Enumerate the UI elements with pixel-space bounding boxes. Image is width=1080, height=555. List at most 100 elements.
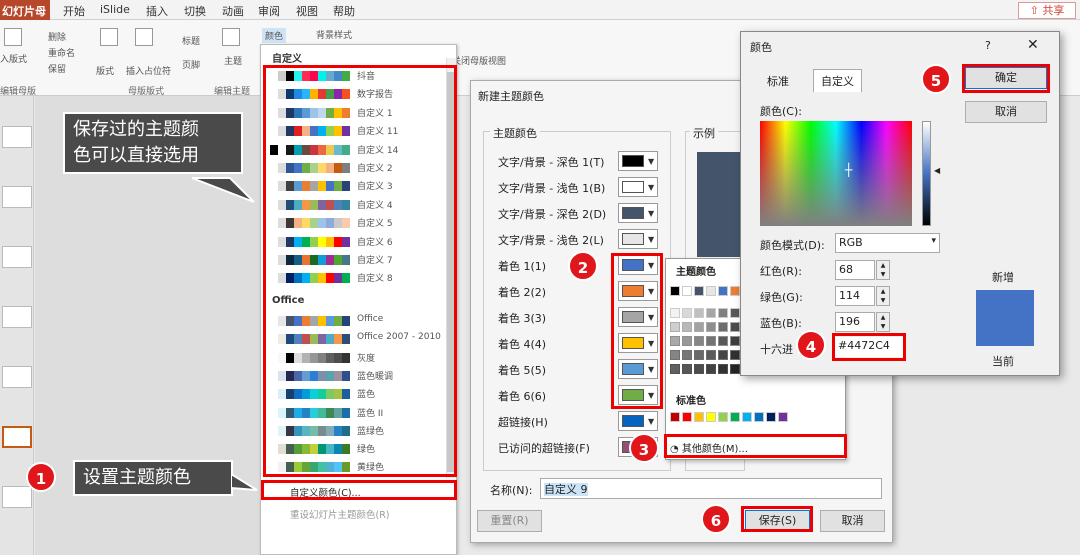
tab-animations[interactable]: 动画 bbox=[222, 3, 244, 19]
palette-swatch[interactable] bbox=[694, 350, 704, 360]
cancel-button[interactable]: 取消 bbox=[820, 510, 885, 532]
theme-option[interactable]: 自定义 8 bbox=[270, 269, 460, 287]
title-checkbox[interactable]: 标题 bbox=[182, 34, 200, 47]
palette-swatch[interactable] bbox=[682, 322, 692, 332]
save-button[interactable]: 保存(S) bbox=[745, 510, 810, 532]
hex-input[interactable]: #4472C4 bbox=[835, 337, 903, 357]
color-mode-select[interactable]: RGB ▾ bbox=[835, 233, 940, 253]
tab-review[interactable]: 审阅 bbox=[258, 3, 280, 19]
palette-swatch[interactable] bbox=[706, 286, 716, 296]
slide-thumbnail[interactable] bbox=[2, 366, 32, 388]
dropdown-scroll-thumb[interactable] bbox=[447, 72, 455, 472]
palette-swatch[interactable] bbox=[694, 364, 704, 374]
tab-transitions[interactable]: 切换 bbox=[184, 3, 206, 19]
layout-icon[interactable] bbox=[100, 28, 118, 46]
theme-option[interactable]: 自定义 7 bbox=[270, 251, 460, 269]
palette-swatch[interactable] bbox=[670, 286, 680, 296]
theme-color-picker-button[interactable]: ▼ bbox=[618, 307, 658, 327]
palette-swatch[interactable] bbox=[682, 286, 692, 296]
theme-option[interactable]: 自定义 4 bbox=[270, 196, 460, 214]
theme-option[interactable]: 蓝绿色 bbox=[270, 422, 460, 440]
palette-swatch[interactable] bbox=[682, 364, 692, 374]
palette-swatch[interactable] bbox=[730, 308, 740, 318]
theme-option[interactable]: 自定义 1 bbox=[270, 104, 460, 122]
palette-swatch[interactable] bbox=[742, 412, 752, 422]
theme-option[interactable]: 自定义 2 bbox=[270, 159, 460, 177]
theme-color-picker-button[interactable]: ▼ bbox=[618, 255, 658, 275]
theme-option[interactable]: 黄绿色 bbox=[270, 458, 460, 476]
theme-option[interactable]: 自定义 6 bbox=[270, 233, 460, 251]
tab-insert[interactable]: 插入 bbox=[146, 3, 168, 19]
palette-swatch[interactable] bbox=[754, 412, 764, 422]
delete-button[interactable]: 删除 bbox=[48, 30, 66, 43]
ok-button[interactable]: 确定 bbox=[965, 67, 1047, 89]
palette-swatch[interactable] bbox=[670, 322, 680, 332]
insert-layout-button[interactable]: 入版式 bbox=[0, 52, 27, 65]
tab-slide-master[interactable]: 幻灯片母版 bbox=[0, 0, 50, 34]
theme-color-picker-button[interactable]: ▼ bbox=[618, 333, 658, 353]
preserve-button[interactable]: 保留 bbox=[48, 62, 66, 75]
palette-swatch[interactable] bbox=[706, 364, 716, 374]
red-stepper[interactable]: ▲ ▼ bbox=[876, 260, 890, 280]
rename-button[interactable]: 重命名 bbox=[48, 46, 75, 59]
blue-input[interactable]: 196 bbox=[835, 312, 875, 332]
slide-thumbnail[interactable] bbox=[2, 126, 32, 148]
palette-swatch[interactable] bbox=[730, 336, 740, 346]
theme-option[interactable]: 蓝色暖调 bbox=[270, 367, 460, 385]
theme-color-picker-button[interactable]: ▼ bbox=[618, 359, 658, 379]
theme-option[interactable]: 蓝色 bbox=[270, 385, 460, 403]
palette-swatch[interactable] bbox=[718, 308, 728, 318]
tab-custom[interactable]: 自定义 bbox=[813, 69, 862, 92]
help-button[interactable]: ? bbox=[985, 39, 991, 52]
palette-swatch[interactable] bbox=[718, 364, 728, 374]
theme-color-picker-button[interactable]: ▼ bbox=[618, 411, 658, 431]
palette-swatch[interactable] bbox=[706, 308, 716, 318]
theme-name-input[interactable]: 自定义 9 bbox=[540, 478, 882, 499]
palette-swatch[interactable] bbox=[718, 286, 728, 296]
palette-swatch[interactable] bbox=[706, 336, 716, 346]
customize-colors-menu-item[interactable]: 自定义颜色(C)... bbox=[290, 485, 361, 499]
tab-help[interactable]: 帮助 bbox=[333, 3, 355, 19]
luminance-pointer-icon[interactable]: ◀ bbox=[934, 166, 940, 175]
palette-swatch[interactable] bbox=[718, 336, 728, 346]
palette-swatch[interactable] bbox=[718, 350, 728, 360]
more-colors-button[interactable]: ◔ 其他颜色(M)... bbox=[670, 440, 748, 455]
theme-option[interactable]: 灰度 bbox=[270, 349, 460, 367]
slide-thumbnail[interactable] bbox=[2, 186, 32, 208]
theme-option[interactable]: 绿色 bbox=[270, 440, 460, 458]
palette-swatch[interactable] bbox=[682, 412, 692, 422]
palette-swatch[interactable] bbox=[682, 350, 692, 360]
palette-swatch[interactable] bbox=[694, 286, 704, 296]
theme-option[interactable]: Office bbox=[270, 312, 460, 330]
theme-color-picker-button[interactable]: ▼ bbox=[618, 229, 658, 249]
reset-button[interactable]: 重置(R) bbox=[477, 510, 542, 532]
share-button[interactable]: ⇧ 共享 bbox=[1018, 2, 1076, 19]
luminance-slider[interactable] bbox=[922, 121, 931, 226]
color-spectrum[interactable] bbox=[760, 121, 912, 226]
palette-swatch[interactable] bbox=[730, 412, 740, 422]
theme-option[interactable]: 抖音 bbox=[270, 67, 460, 85]
palette-swatch[interactable] bbox=[778, 412, 788, 422]
blue-stepper[interactable]: ▲ ▼ bbox=[876, 312, 890, 332]
theme-icon[interactable] bbox=[222, 28, 240, 46]
slide-thumbnail-selected[interactable] bbox=[2, 426, 32, 448]
theme-option[interactable]: Office 2007 - 2010 bbox=[270, 330, 460, 348]
theme-color-picker-button[interactable]: ▼ bbox=[618, 177, 658, 197]
palette-swatch[interactable] bbox=[766, 412, 776, 422]
theme-color-picker-button[interactable]: ▼ bbox=[618, 203, 658, 223]
reset-theme-colors-menu-item[interactable]: 重设幻灯片主题颜色(R) bbox=[290, 507, 390, 521]
palette-swatch[interactable] bbox=[682, 308, 692, 318]
palette-swatch[interactable] bbox=[718, 322, 728, 332]
tab-view[interactable]: 视图 bbox=[296, 3, 318, 19]
palette-swatch[interactable] bbox=[730, 350, 740, 360]
slide-thumbnail[interactable] bbox=[2, 486, 32, 508]
footer-checkbox[interactable]: 页脚 bbox=[182, 58, 200, 71]
theme-option[interactable]: 自定义 5 bbox=[270, 214, 460, 232]
palette-swatch[interactable] bbox=[730, 286, 740, 296]
palette-swatch[interactable] bbox=[730, 322, 740, 332]
palette-swatch[interactable] bbox=[670, 412, 680, 422]
colors-button[interactable]: 颜色 bbox=[262, 28, 287, 43]
tab-islide[interactable]: iSlide bbox=[100, 3, 130, 16]
insert-placeholder-button[interactable]: 插入占位符 bbox=[126, 64, 171, 77]
placeholder-icon[interactable] bbox=[135, 28, 153, 46]
